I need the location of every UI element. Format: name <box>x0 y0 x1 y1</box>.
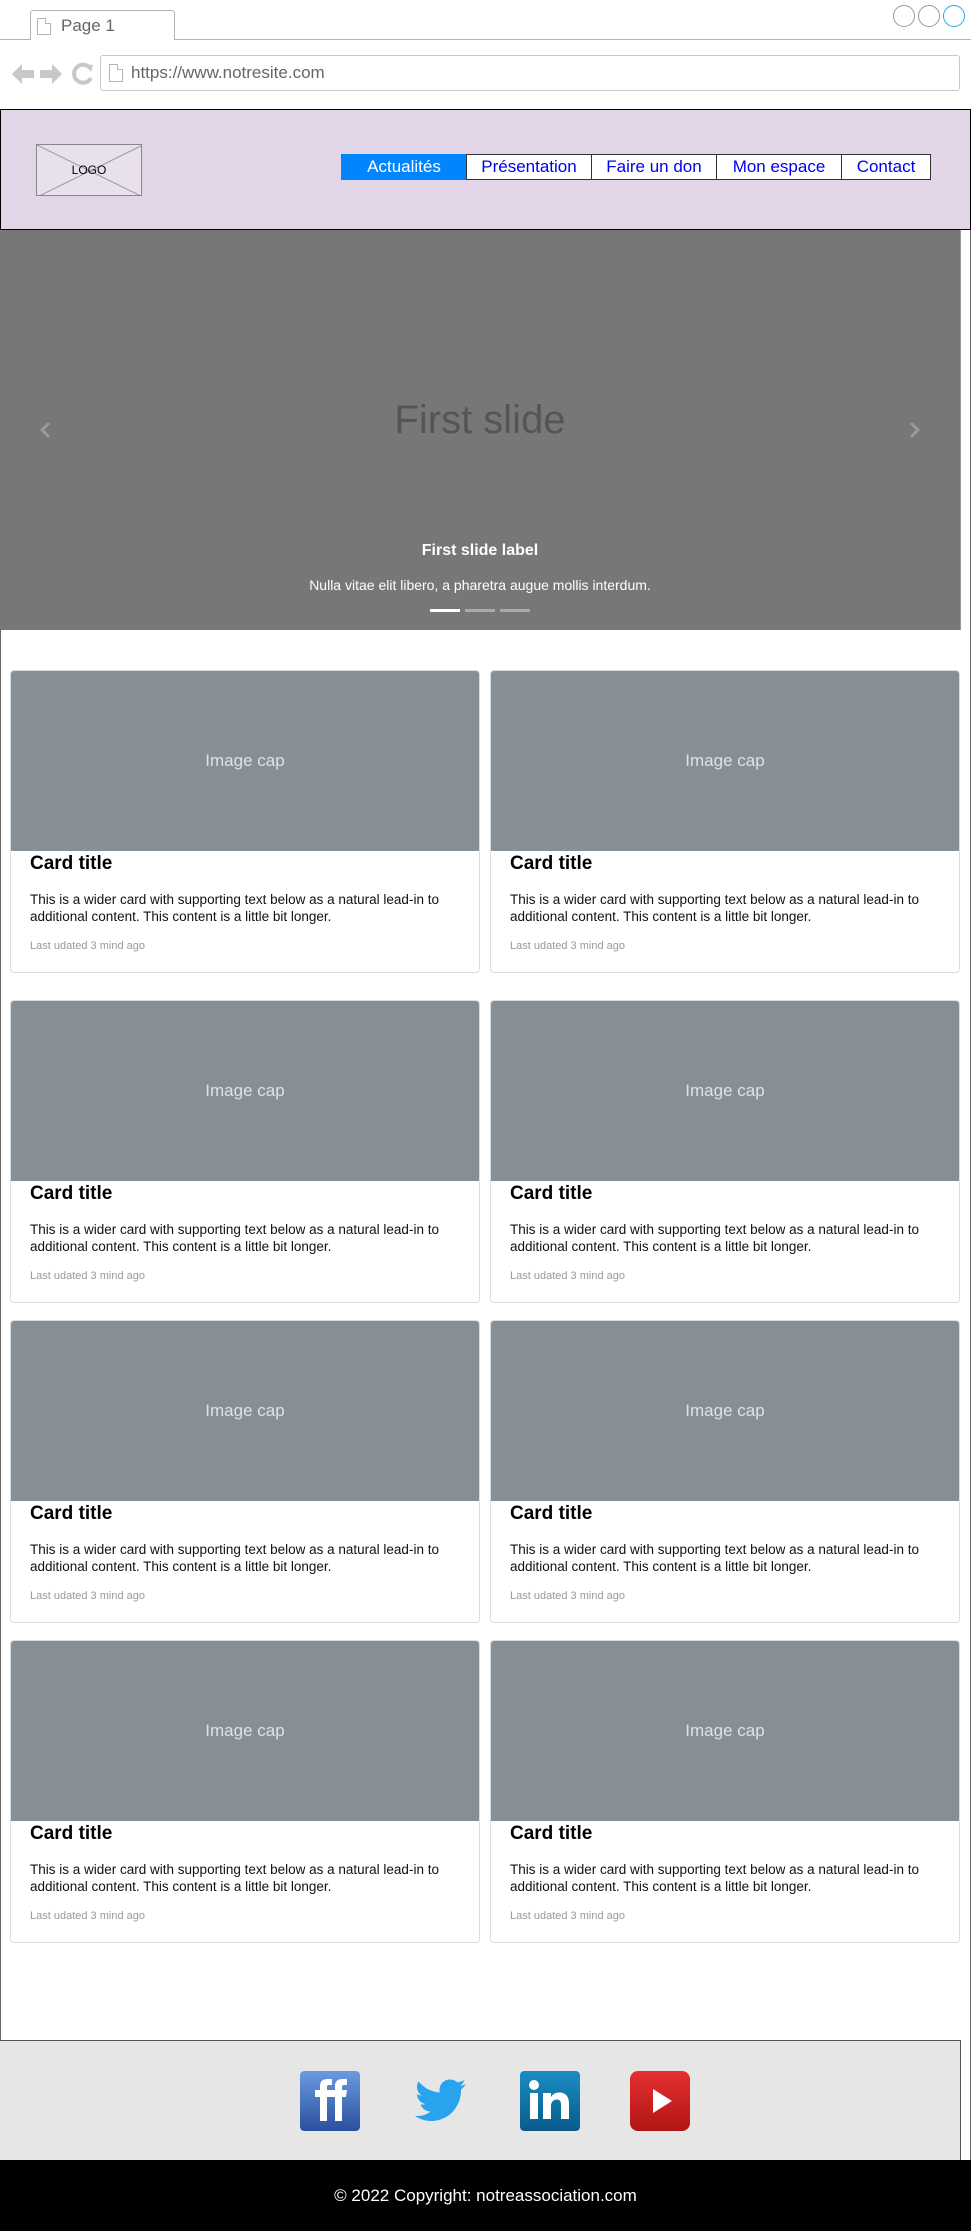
card-text: This is a wider card with supporting tex… <box>30 892 439 924</box>
facebook-icon[interactable] <box>300 2071 360 2131</box>
card-last-updated: Last udated 3 mind ago <box>30 940 145 952</box>
linkedin-icon[interactable] <box>520 2071 580 2131</box>
card-image: Image cap <box>11 1641 479 1821</box>
minimize-button[interactable] <box>893 5 915 27</box>
site-header: LOGO Actualités Présentation Faire un do… <box>0 110 971 230</box>
maximize-button[interactable] <box>918 5 940 27</box>
menu-item-actualites[interactable]: Actualités <box>341 154 466 180</box>
card-last-updated: Last udated 3 mind ago <box>510 1590 625 1602</box>
card-title: Card title <box>510 853 593 874</box>
chevron-right-icon[interactable] <box>908 420 922 440</box>
card-last-updated: Last udated 3 mind ago <box>510 1270 625 1282</box>
card[interactable]: Image cap Card title This is a wider car… <box>10 1640 480 1943</box>
card-title: Card title <box>510 1823 593 1844</box>
card-text: This is a wider card with supporting tex… <box>30 1222 439 1254</box>
carousel-indicator[interactable] <box>430 609 460 612</box>
carousel-indicators <box>430 609 530 612</box>
card-title: Card title <box>30 1823 113 1844</box>
browser-tab-bar: Page 1 <box>0 0 971 41</box>
carousel-indicator[interactable] <box>500 609 530 612</box>
main-menu: Actualités Présentation Faire un don Mon… <box>341 154 931 180</box>
card[interactable]: Image cap Card title This is a wider car… <box>10 670 480 973</box>
slide-placeholder-text: First slide <box>394 398 566 442</box>
social-links-bar <box>0 2040 961 2160</box>
card[interactable]: Image cap Card title This is a wider car… <box>490 1320 960 1623</box>
card-image: Image cap <box>491 1001 959 1181</box>
close-window-button[interactable] <box>943 5 965 27</box>
card[interactable]: Image cap Card title This is a wider car… <box>490 1000 960 1303</box>
card-title: Card title <box>30 1183 113 1204</box>
card-text: This is a wider card with supporting tex… <box>510 1542 919 1574</box>
card-title: Card title <box>30 853 113 874</box>
back-arrow-icon[interactable] <box>10 62 36 86</box>
card-title: Card title <box>510 1183 593 1204</box>
card-image: Image cap <box>491 1641 959 1821</box>
tab-label: Page 1 <box>61 16 115 35</box>
card-text: This is a wider card with supporting tex… <box>510 1862 919 1894</box>
carousel-indicator[interactable] <box>465 609 495 612</box>
menu-item-presentation[interactable]: Présentation <box>466 154 591 180</box>
card-image: Image cap <box>11 1001 479 1181</box>
card-image: Image cap <box>11 1321 479 1501</box>
browser-tab[interactable]: Page 1 <box>30 10 175 41</box>
copyright-text: © 2022 Copyright: notreassociation.com <box>334 2185 637 2205</box>
twitter-icon[interactable] <box>410 2071 470 2131</box>
menu-item-contact[interactable]: Contact <box>841 154 931 180</box>
youtube-icon[interactable] <box>630 2071 690 2131</box>
card-text: This is a wider card with supporting tex… <box>510 1222 919 1254</box>
logo[interactable]: LOGO <box>36 144 142 196</box>
card-title: Card title <box>30 1503 113 1524</box>
card-last-updated: Last udated 3 mind ago <box>510 940 625 952</box>
forward-arrow-icon[interactable] <box>38 62 64 86</box>
card-last-updated: Last udated 3 mind ago <box>510 1910 625 1922</box>
card[interactable]: Image cap Card title This is a wider car… <box>10 1000 480 1303</box>
card[interactable]: Image cap Card title This is a wider car… <box>490 670 960 973</box>
carousel: First slide First slide label Nulla vita… <box>0 230 961 630</box>
reload-icon[interactable] <box>70 62 96 86</box>
card-text: This is a wider card with supporting tex… <box>510 892 919 924</box>
card-image: Image cap <box>491 671 959 851</box>
card-last-updated: Last udated 3 mind ago <box>30 1910 145 1922</box>
page-icon <box>37 18 51 35</box>
slide-label: First slide label <box>421 542 539 559</box>
menu-item-faire-un-don[interactable]: Faire un don <box>591 154 716 180</box>
card[interactable]: Image cap Card title This is a wider car… <box>490 1640 960 1943</box>
card-image: Image cap <box>491 1321 959 1501</box>
menu-item-mon-espace[interactable]: Mon espace <box>716 154 841 180</box>
address-bar[interactable]: https://www.notresite.com <box>100 55 960 91</box>
card-last-updated: Last udated 3 mind ago <box>30 1270 145 1282</box>
logo-text: LOGO <box>71 163 107 177</box>
page-icon <box>109 64 123 82</box>
card[interactable]: Image cap Card title This is a wider car… <box>10 1320 480 1623</box>
card-image: Image cap <box>11 671 479 851</box>
copyright-bar: © 2022 Copyright: notreassociation.com <box>0 2160 971 2231</box>
url-text: https://www.notresite.com <box>131 63 325 82</box>
slide-caption: Nulla vitae elit libero, a pharetra augu… <box>309 577 651 593</box>
browser-navigation-bar: https://www.notresite.com <box>0 40 971 110</box>
card-text: This is a wider card with supporting tex… <box>30 1542 439 1574</box>
card-text: This is a wider card with supporting tex… <box>30 1862 439 1894</box>
card-title: Card title <box>510 1503 593 1524</box>
card-last-updated: Last udated 3 mind ago <box>30 1590 145 1602</box>
